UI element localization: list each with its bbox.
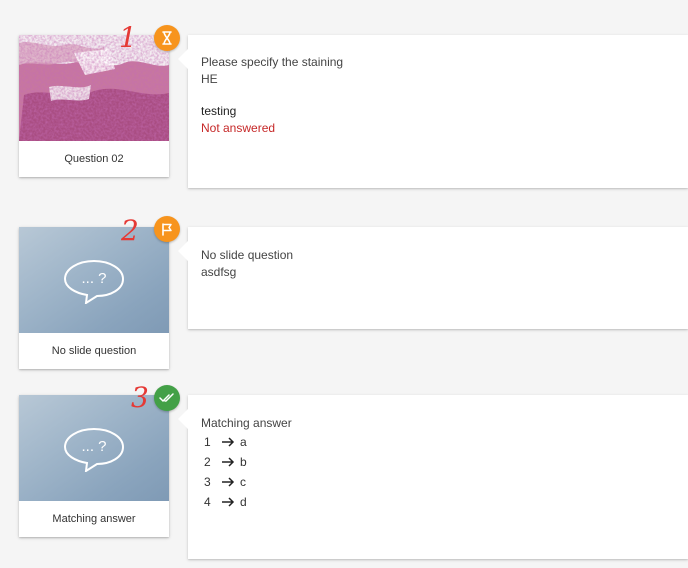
flagged-badge [154, 216, 180, 242]
svg-text:... ?: ... ? [81, 438, 106, 455]
arrow-right-icon [216, 437, 240, 447]
annotation-mark: 3 [131, 384, 149, 412]
question-thumbnail-card[interactable]: ... ? No slide question [19, 227, 169, 369]
question-answer: HE [201, 72, 218, 86]
question-title: Please specify the staining [201, 55, 344, 69]
arrow-right-icon [216, 477, 240, 487]
annotation-label: 1 [119, 21, 137, 54]
question-title: No slide question [201, 248, 294, 262]
annotation-mark: 2 [121, 217, 139, 245]
match-pair: 2 b [204, 452, 688, 472]
speech-bubble-icon: ... ? [63, 259, 125, 304]
question-title: Matching answer [201, 416, 292, 430]
question-answer: asdfsg [201, 265, 237, 279]
completed-badge [154, 385, 180, 411]
slide-thumbnail-image [19, 35, 169, 141]
match-pair: 3 c [204, 472, 688, 492]
match-right: d [240, 495, 247, 509]
arrow-right-icon [216, 497, 240, 507]
question-thumbnail-card[interactable]: ... ? Matching answer [19, 395, 169, 537]
annotation-label: 2 [121, 214, 139, 247]
speech-bubble-icon: ... ? [63, 427, 125, 472]
answer-card: Matching answer 1 a 2 b 3 c 4 d [178, 395, 688, 559]
annotation-mark: 1 [119, 24, 137, 52]
matching-list: 1 a 2 b 3 c 4 d [201, 432, 688, 512]
match-right: b [240, 455, 247, 469]
flag-icon [162, 222, 172, 236]
annotation-label: 3 [131, 381, 149, 414]
double-check-icon [159, 393, 174, 402]
thumbnail-caption: Matching answer [52, 513, 136, 525]
answer-card: No slide question asdfsg [178, 227, 688, 329]
thumbnail-caption: Question 02 [64, 153, 124, 165]
answer-card: Please specify the staining HE testing N… [178, 35, 688, 188]
match-left: 4 [204, 495, 211, 509]
match-left: 3 [204, 475, 211, 489]
match-left: 2 [204, 455, 211, 469]
svg-text:... ?: ... ? [81, 270, 106, 287]
answer-status: Not answered [201, 121, 276, 135]
match-pair: 4 d [204, 492, 688, 512]
match-pair: 1 a [204, 432, 688, 452]
no-slide-placeholder-image: ... ? [19, 227, 169, 333]
arrow-right-icon [216, 457, 240, 467]
sub-question-label: testing [201, 104, 237, 118]
match-right: c [240, 475, 246, 489]
hourglass-icon [162, 31, 172, 45]
pending-badge [154, 25, 180, 51]
match-right: a [240, 435, 247, 449]
thumbnail-caption: No slide question [51, 345, 137, 357]
match-left: 1 [204, 435, 211, 449]
question-thumbnail-card[interactable]: Question 02 [19, 35, 169, 177]
